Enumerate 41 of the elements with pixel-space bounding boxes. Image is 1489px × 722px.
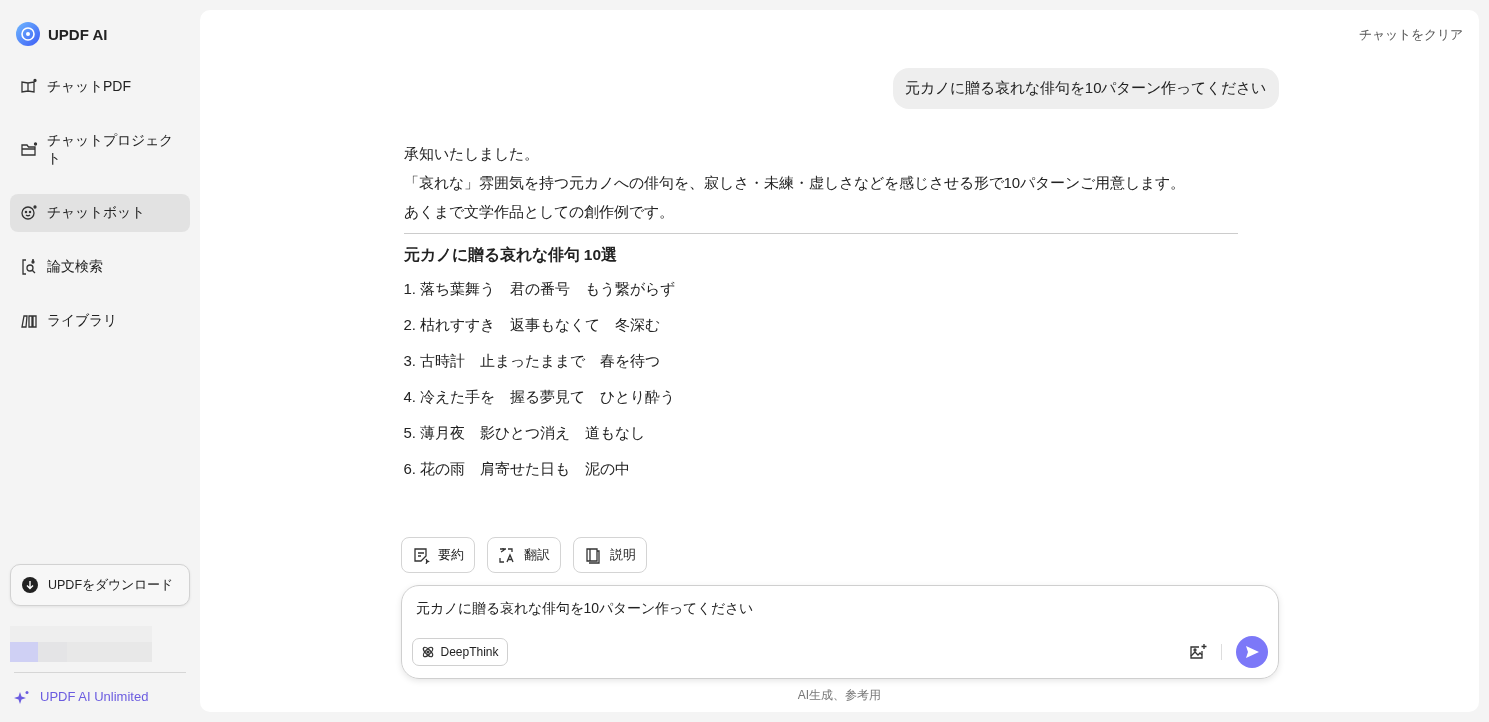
face-icon (20, 204, 38, 222)
clear-chat-button[interactable]: チャットをクリア (1359, 26, 1463, 44)
nav-item[interactable]: チャットプロジェクト (10, 122, 190, 178)
books-icon (20, 312, 38, 330)
book-icon (583, 546, 602, 564)
response-text: あくまで文学作品としての創作例です。 (403, 202, 675, 222)
summary-button[interactable]: 要約 (400, 537, 475, 573)
message-input[interactable]: 元カノに贈る哀れな俳句を10パターン作ってください DeepThink (400, 585, 1279, 679)
send-icon (1243, 644, 1260, 660)
response-text: 承知いたしました。 (403, 144, 540, 164)
haiku-line: 6. 花の雨 肩寄せた日も 泥の中 (403, 459, 632, 479)
book-icon (20, 78, 38, 96)
nav-item[interactable]: チャットボット (10, 194, 190, 232)
translate-button[interactable]: 翻訳 (486, 537, 561, 573)
nav-item[interactable]: 論文検索 (10, 248, 190, 286)
atom-icon (420, 645, 435, 659)
note-sparkle-icon (411, 546, 430, 564)
download-button[interactable]: UPDFをダウンロード (10, 564, 190, 606)
logo-icon (16, 22, 40, 46)
haiku-line: 5. 薄月夜 影ひとつ消え 道もなし (403, 423, 647, 443)
brand-name: UPDF AI (48, 25, 108, 43)
send-button[interactable] (1235, 636, 1268, 668)
download-icon (21, 576, 39, 594)
nav-item[interactable]: チャットPDF (10, 68, 190, 106)
explain-button[interactable]: 説明 (572, 537, 647, 573)
haiku-line: 2. 枯れすすき 返事もなくて 冬深む (403, 315, 662, 335)
search-icon (20, 258, 38, 276)
translate-icon (497, 546, 516, 564)
response-text: 「哀れな」雰囲気を持つ元カノへの俳句を、寂しさ・未練・虚しさなどを感じさせる形で10パターンご用意します。 (403, 173, 1187, 193)
nav-item[interactable]: ライブラリ (10, 302, 190, 340)
response-heading: 元カノに贈る哀れな俳句 10選 (403, 245, 619, 266)
user-message: 元カノに贈る哀れな俳句を10パターン作ってください (892, 68, 1279, 109)
folder-icon (20, 141, 38, 159)
haiku-line: 3. 古時計 止まったままで 春を待つ (403, 351, 662, 371)
sparkle-icon (14, 689, 30, 704)
upgrade-link[interactable]: UPDF AI Unlimited (40, 689, 149, 704)
haiku-line: 4. 冷えた手を 握る夢見て ひとり酔う (403, 387, 677, 407)
image-add-icon[interactable] (1188, 643, 1207, 661)
disclaimer-text: AI生成、参考用 (797, 687, 882, 704)
deepthink-button[interactable]: DeepThink (411, 638, 508, 666)
haiku-line: 1. 落ち葉舞う 君の番号 もう繋がらず (403, 279, 677, 299)
